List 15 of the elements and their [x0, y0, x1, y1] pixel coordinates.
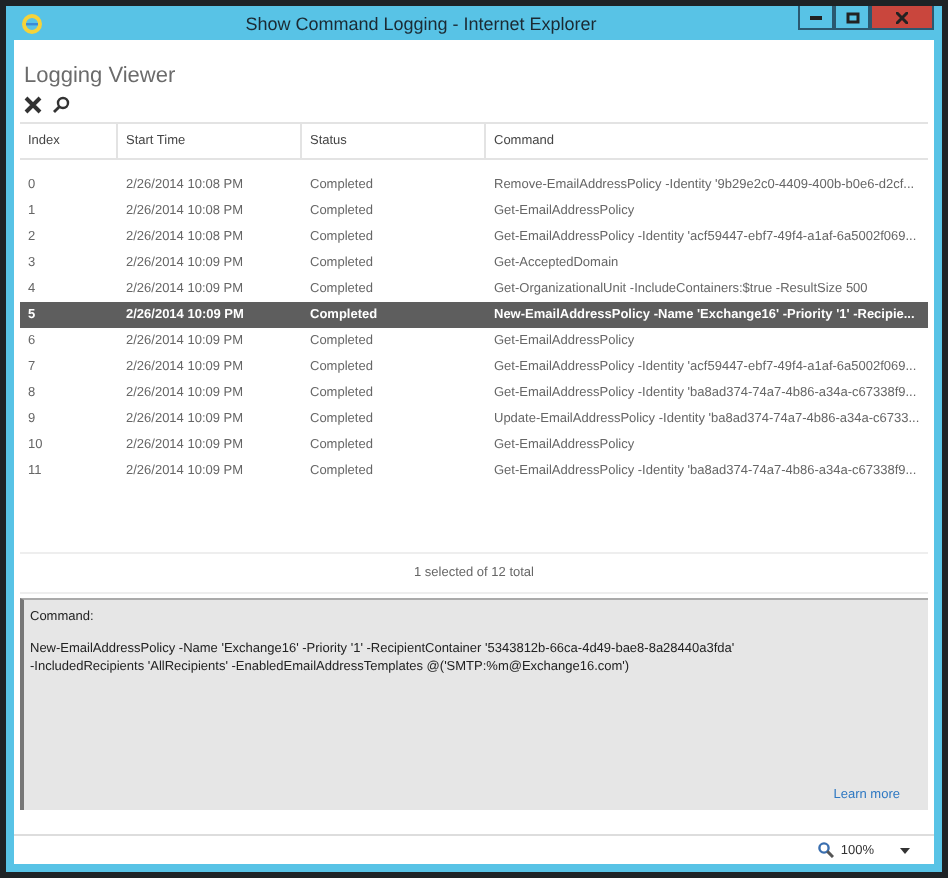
browser-logo-icon — [20, 11, 44, 35]
search-icon — [52, 96, 70, 114]
search-button[interactable] — [52, 96, 70, 114]
minimize-icon — [810, 15, 822, 19]
clear-button[interactable] — [24, 96, 42, 114]
zoom-icon — [818, 842, 835, 858]
close-icon — [896, 11, 908, 23]
maximize-button[interactable] — [834, 6, 870, 30]
minimize-button[interactable] — [798, 6, 834, 30]
caret-icon[interactable] — [900, 847, 910, 853]
cross-icon — [24, 96, 42, 114]
window-title: Show Command Logging - Internet Explorer — [243, 13, 599, 33]
page-title: Logging Viewer — [24, 64, 178, 88]
maximize-icon — [845, 11, 859, 23]
close-button[interactable] — [870, 6, 934, 30]
